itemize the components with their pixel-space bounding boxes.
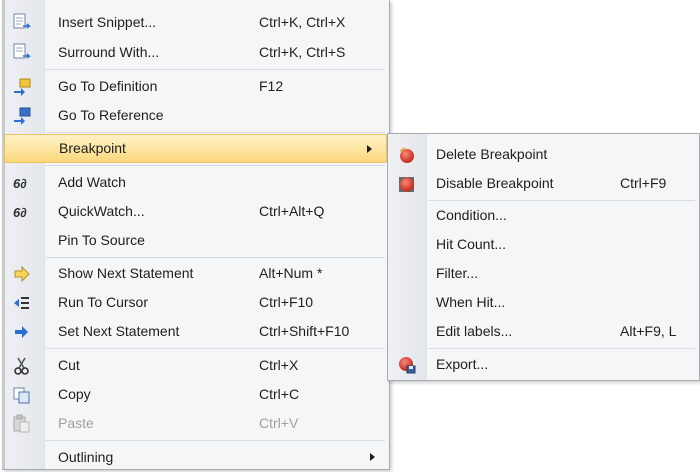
disable-breakpoint-icon	[397, 174, 417, 194]
menu-item-delete-breakpoint[interactable]: Delete Breakpoint	[388, 140, 699, 169]
menu-item-surround-with[interactable]: Surround With... Ctrl+K, Ctrl+S	[2, 38, 389, 67]
menu-item-disable-breakpoint[interactable]: Disable Breakpoint Ctrl+F9	[388, 169, 699, 198]
menu-item-filter[interactable]: Filter...	[388, 259, 699, 288]
menu-item-show-next-statement[interactable]: Show Next Statement Alt+Num *	[2, 259, 389, 288]
delete-breakpoint-icon	[397, 145, 417, 165]
menu-item-insert-snippet[interactable]: Insert Snippet... Ctrl+K, Ctrl+X	[2, 8, 389, 37]
menu-separator	[46, 69, 385, 70]
watch-glasses-icon: 6∂	[12, 173, 32, 193]
go-to-reference-icon	[12, 106, 32, 126]
menu-item-label: Set Next Statement	[58, 323, 180, 339]
menu-item-shortcut: Ctrl+V	[259, 415, 299, 431]
menu-item-label: Hit Count...	[436, 236, 507, 252]
menu-item-set-next-statement[interactable]: Set Next Statement Ctrl+Shift+F10	[2, 317, 389, 346]
insert-snippet-icon	[12, 13, 32, 33]
copy-icon	[12, 385, 32, 405]
menu-item-shortcut: Alt+F9, L	[620, 323, 677, 339]
menu-item-label: Paste	[58, 415, 94, 431]
menu-item-label: Run To Cursor	[58, 294, 149, 310]
run-to-cursor-icon	[12, 293, 32, 313]
menu-item-when-hit[interactable]: When Hit...	[388, 288, 699, 317]
menu-item-run-to-cursor[interactable]: Run To Cursor Ctrl+F10	[2, 288, 389, 317]
menu-item-cut[interactable]: Cut Ctrl+X	[2, 351, 389, 380]
menu-item-go-to-definition[interactable]: Go To Definition F12	[2, 72, 389, 101]
menu-item-shortcut: Ctrl+F9	[620, 175, 667, 191]
svg-text:6∂: 6∂	[13, 176, 27, 191]
watch-glasses-icon: 6∂	[12, 202, 32, 222]
menu-item-shortcut: Ctrl+C	[259, 386, 300, 402]
menu-separator	[46, 165, 385, 166]
menu-item-shortcut: Ctrl+K, Ctrl+S	[259, 44, 346, 60]
menu-item-pin-to-source[interactable]: Pin To Source	[2, 226, 389, 255]
menu-separator	[46, 132, 385, 133]
menu-item-label: Surround With...	[58, 44, 160, 60]
menu-item-label: Go To Definition	[58, 78, 158, 94]
menu-item-label: Delete Breakpoint	[436, 146, 548, 162]
menu-item-label: Insert Snippet...	[58, 14, 157, 30]
menu-item-shortcut: Alt+Num *	[259, 265, 323, 281]
breakpoint-submenu: Delete Breakpoint Disable Breakpoint Ctr…	[387, 133, 700, 381]
menu-item-label: Cut	[58, 357, 80, 373]
menu-item-add-watch[interactable]: 6∂ Add Watch	[2, 168, 389, 197]
submenu-arrow-icon	[370, 453, 375, 461]
menu-item-label: Edit labels...	[436, 323, 513, 339]
menu-item-shortcut: Ctrl+X	[259, 357, 299, 373]
svg-text:6∂: 6∂	[13, 205, 27, 220]
menu-item-copy[interactable]: Copy Ctrl+C	[2, 380, 389, 409]
menu-item-label: Copy	[58, 386, 91, 402]
set-next-statement-icon	[12, 322, 32, 342]
menu-item-shortcut: Ctrl+K, Ctrl+X	[259, 14, 346, 30]
menu-item-label: Export...	[436, 356, 489, 372]
show-next-statement-icon	[12, 264, 32, 284]
menu-separator	[46, 440, 385, 441]
menu-item-label: Go To Reference	[58, 107, 164, 123]
menu-item-label: Outlining	[58, 449, 114, 465]
paste-icon	[12, 414, 32, 434]
go-to-definition-icon	[12, 77, 32, 97]
menu-item-label: Breakpoint	[59, 140, 126, 156]
menu-item-export[interactable]: Export...	[388, 350, 699, 379]
menu-item-quickwatch[interactable]: 6∂ QuickWatch... Ctrl+Alt+Q	[2, 197, 389, 226]
menu-item-label: Show Next Statement	[58, 265, 194, 281]
export-breakpoint-icon	[397, 355, 417, 375]
menu-item-label: QuickWatch...	[58, 203, 145, 219]
menu-item-label: Pin To Source	[58, 232, 145, 248]
menu-item-shortcut: F12	[259, 78, 284, 94]
menu-separator	[46, 348, 385, 349]
scissors-icon	[12, 356, 32, 376]
menu-item-breakpoint[interactable]: Breakpoint	[4, 134, 387, 163]
surround-with-icon	[12, 43, 32, 63]
menu-item-label: Add Watch	[58, 174, 126, 190]
menu-item-paste[interactable]: Paste Ctrl+V	[2, 409, 389, 438]
menu-item-shortcut: Ctrl+Shift+F10	[259, 323, 350, 339]
menu-separator	[46, 257, 385, 258]
menu-item-shortcut: Ctrl+F10	[259, 294, 314, 310]
context-menu: Insert Snippet... Ctrl+K, Ctrl+X Surroun…	[2, 0, 390, 470]
menu-item-shortcut: Ctrl+Alt+Q	[259, 203, 325, 219]
menu-item-hit-count[interactable]: Hit Count...	[388, 230, 699, 259]
menu-item-outlining[interactable]: Outlining	[2, 443, 389, 472]
menu-separator	[428, 348, 695, 349]
menu-item-label: Filter...	[436, 265, 479, 281]
menu-item-label: Condition...	[436, 207, 507, 223]
menu-item-label: Disable Breakpoint	[436, 175, 554, 191]
menu-item-go-to-reference[interactable]: Go To Reference	[2, 101, 389, 130]
menu-item-label: When Hit...	[436, 294, 506, 310]
submenu-arrow-icon	[367, 145, 372, 153]
menu-item-condition[interactable]: Condition...	[388, 201, 699, 230]
menu-item-edit-labels[interactable]: Edit labels... Alt+F9, L	[388, 317, 699, 346]
